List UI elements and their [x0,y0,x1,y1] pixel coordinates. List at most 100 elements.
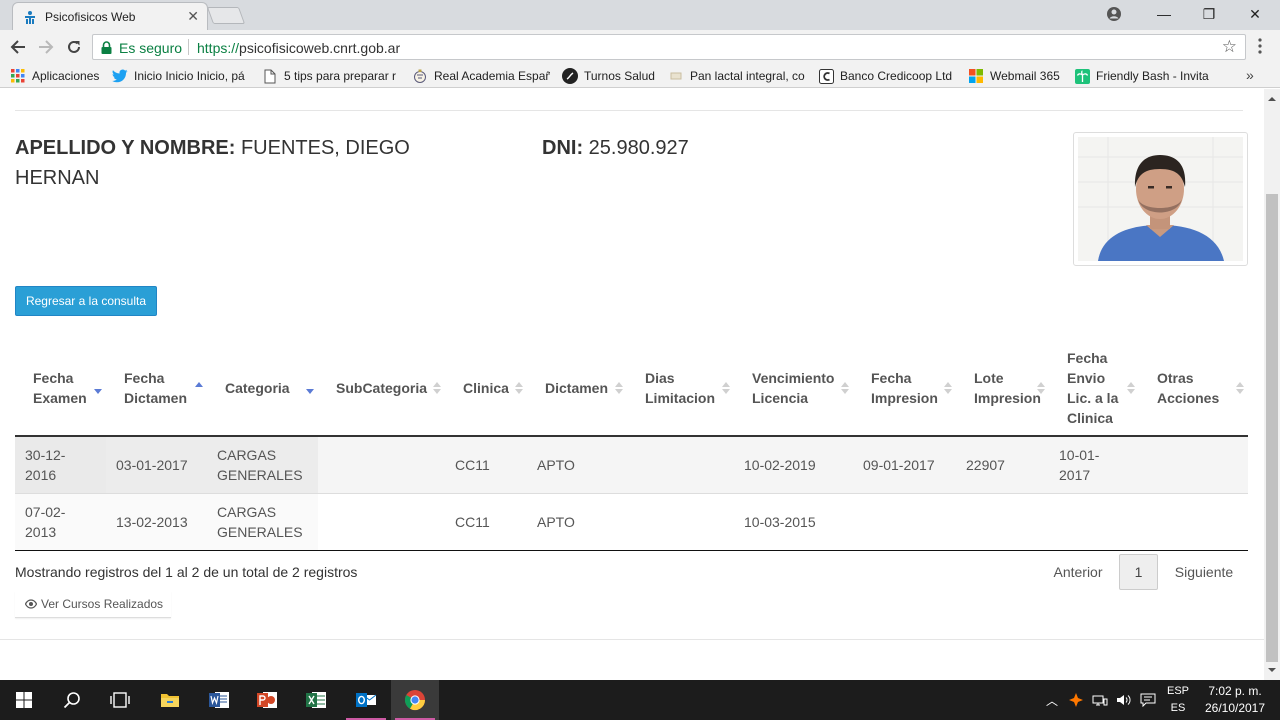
bookmark-friendly-bash[interactable]: Friendly Bash - Invita [1074,68,1214,84]
bookmark-webmail[interactable]: Webmail 365 [968,68,1064,84]
taskbar-outlook[interactable] [342,680,390,720]
back-to-search-button[interactable]: Regresar a la consulta [15,286,157,316]
column-header-subcategoria[interactable]: SubCategoria [318,341,445,437]
taskbar-file-explorer[interactable] [146,680,194,720]
column-header-lote-impresion[interactable]: Lote Impresion [956,341,1049,437]
forward-arrow-icon[interactable] [35,37,57,57]
bookmark-star-icon[interactable]: ☆ [1222,38,1237,56]
reload-icon[interactable] [63,37,85,57]
page-scrollbar[interactable] [1264,89,1280,680]
user-profile-icon[interactable] [1106,6,1122,22]
pagination-next[interactable]: Siguiente [1164,554,1244,590]
avast-tray-icon[interactable] [1066,680,1086,720]
bookmark-credicoop[interactable]: Banco Credicoop Ltd [818,68,958,84]
table-cell-fecha-impresion: 09-01-2017 [853,436,956,493]
maximize-button[interactable]: ❐ [1186,0,1232,28]
volume-icon[interactable] [1114,680,1134,720]
sort-both-icon [1037,382,1045,394]
minimize-button[interactable]: — [1141,0,1187,28]
scrollbar-thumb[interactable] [1266,194,1278,662]
pagination-page-1[interactable]: 1 [1119,554,1158,590]
notifications-icon[interactable] [1138,680,1158,720]
scroll-up-arrow-icon[interactable] [1268,95,1276,103]
bookmark-5-tips[interactable]: 5 tips para preparar r [262,68,398,84]
table-cell-dias-limitacion [627,436,734,493]
column-header-categoria[interactable]: Categoria [207,341,318,437]
show-hidden-icons-button[interactable]: ︿ [1042,680,1062,720]
chrome-icon [404,690,426,711]
sort-both-icon [722,382,730,394]
column-header-otras-acciones[interactable]: Otras Acciones [1139,341,1248,437]
column-header-fecha-dictamen[interactable]: Fecha Dictamen [106,341,207,437]
bookmark-pan-lactal[interactable]: Pan lactal integral, co [668,68,806,84]
column-header-clinica[interactable]: Clinica [445,341,527,437]
language-code: ESP [1166,685,1189,697]
task-view-button[interactable] [96,680,144,720]
bookmark-label: Pan lactal integral, co [690,69,805,83]
browser-toolbar: Es seguro https://psicofisicoweb.cnrt.go… [0,30,1280,64]
dni-label: DNI: [542,137,584,159]
column-header-label: SubCategoria [336,380,428,396]
url-text[interactable]: https://psicofisicoweb.cnrt.gob.ar [197,40,400,56]
top-divider [15,110,1243,111]
bookmark-turnos[interactable]: Turnos Salud [562,68,662,84]
taskbar-chrome[interactable] [391,680,439,720]
pagination-previous[interactable]: Anterior [1042,554,1114,590]
bookmark-apps[interactable]: Aplicaciones [10,68,102,84]
bookmark-rae[interactable]: Real Academia Españ [412,68,550,84]
column-header-label: Vencimiento Licencia [752,370,835,406]
column-header-label: Dias Limitacion [645,370,716,406]
table-cell-vencimiento-licencia: 10-03-2015 [744,513,816,530]
new-tab-button[interactable] [206,7,246,24]
column-header-fecha-examen[interactable]: Fecha Examen [15,341,106,437]
column-header-dictamen[interactable]: Dictamen [527,341,627,437]
close-window-button[interactable]: ✕ [1232,0,1278,28]
view-courses-button[interactable]: Ver Cursos Realizados [15,591,171,618]
bottom-divider [0,639,1264,640]
bookmark-label: Friendly Bash - Invita [1096,69,1209,83]
windows-taskbar: ︿ ESP ES 7:02 p. m. 26/10/2017 [0,680,1280,720]
apps-grid-icon [10,68,26,84]
column-header-label: Otras Acciones [1157,370,1220,406]
network-icon[interactable] [1090,680,1110,720]
header-row: Fecha Examen Fecha Dictamen Categoria SubCa… [15,341,1248,437]
address-bar[interactable]: Es seguro https://psicofisicoweb.cnrt.go… [92,34,1246,60]
taskbar-excel[interactable] [292,680,340,720]
tab-close-icon[interactable]: ✕ [187,8,199,24]
search-button[interactable] [48,680,96,720]
bookmark-inicio[interactable]: Inicio Inicio Inicio, pá [112,68,250,84]
scroll-down-arrow-icon[interactable] [1268,666,1276,674]
windows-logo-icon [16,692,32,708]
browser-tab[interactable]: Psicofisicos Web ✕ [12,2,208,30]
column-header-dias-limitacion[interactable]: Dias Limitacion [627,341,734,437]
column-header-vencimiento-licencia[interactable]: Vencimiento Licencia [734,341,853,437]
start-button[interactable] [0,680,48,720]
sort-both-icon [615,382,623,394]
back-arrow-icon[interactable] [7,37,29,57]
person-dni-block: DNI: 25.980.927 [542,133,689,163]
microsoft-icon [968,68,984,84]
table-cell-categoria: CARGAS GENERALES [207,436,318,493]
url-host: psicofisicoweb.cnrt.gob.ar [239,40,401,56]
clock-time: 7:02 p. m. [1208,684,1262,698]
system-clock[interactable]: 7:02 p. m. 26/10/2017 [1195,683,1275,717]
word-icon [209,692,229,708]
sort-both-icon [515,382,523,394]
more-bookmarks-icon[interactable]: » [1246,67,1254,83]
table-cell-categoria: CARGAS GENERALES [207,493,318,550]
column-header-fecha-impresion[interactable]: Fecha Impresion [853,341,956,437]
taskbar-word[interactable] [195,680,243,720]
table-cell-clinica: CC11 [455,513,490,530]
person-photo [1078,137,1243,261]
omnibox-divider [188,39,189,55]
url-scheme: https:// [197,40,240,56]
chrome-menu-icon[interactable] [1258,38,1262,54]
page-viewport: APELLIDO Y NOMBRE: FUENTES, DIEGO HERNAN… [0,89,1264,680]
column-header-label: Fecha Dictamen [124,370,188,406]
table-cell-otras-acciones [1139,436,1248,493]
bookmark-label: Banco Credicoop Ltd [840,69,953,83]
bookmarks-bar: Aplicaciones Inicio Inicio Inicio, pá 5 … [0,64,1280,88]
column-header-fecha-envio-lic-a-la-clinica[interactable]: Fecha Envio Lic. a la Clinica [1049,341,1139,437]
taskbar-powerpoint[interactable] [243,680,291,720]
input-language[interactable]: ESP ES [1165,683,1191,717]
